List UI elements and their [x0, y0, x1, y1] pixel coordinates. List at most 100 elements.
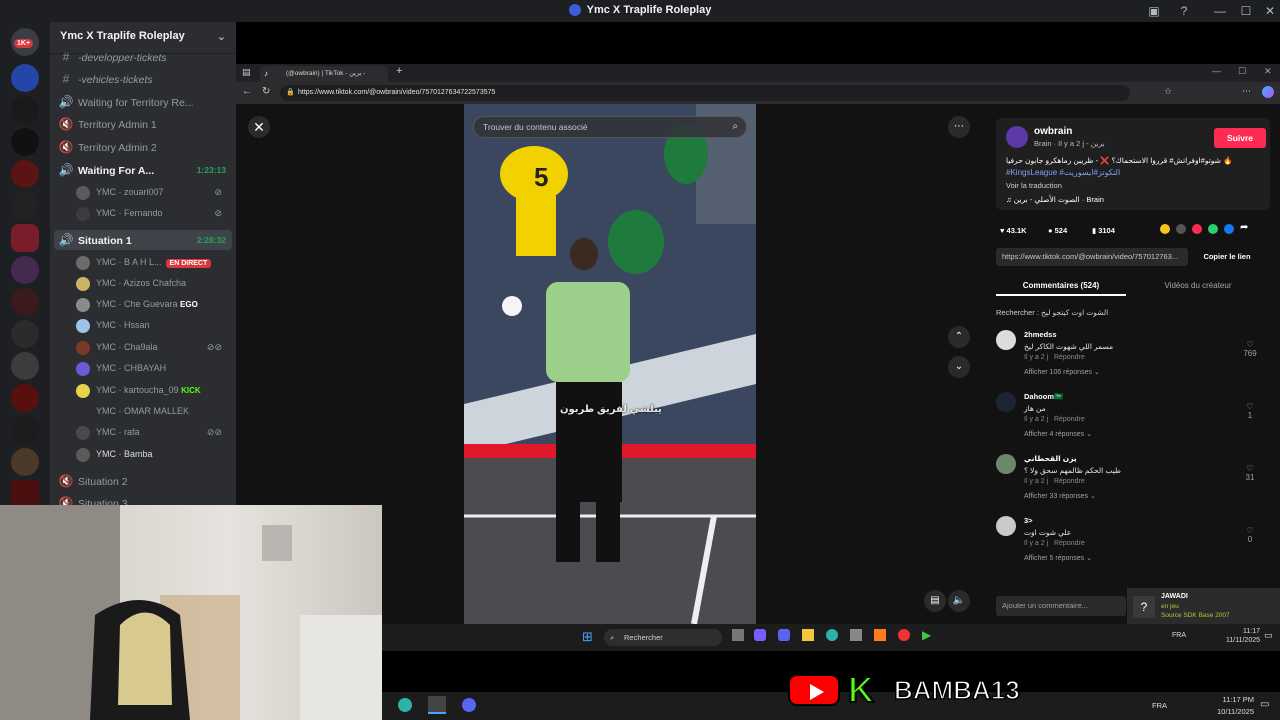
repost-icon[interactable] [1192, 224, 1202, 234]
minimize-icon[interactable]: — [1212, 66, 1221, 76]
server-icon-4[interactable] [11, 160, 39, 188]
voice-user[interactable]: YMC · rafa ⊘⊘ [76, 422, 232, 442]
close-video-button[interactable]: ✕ [248, 116, 270, 138]
voice-user[interactable]: YMC · Fernando ⊘ [76, 203, 232, 223]
server-icon-10[interactable] [11, 352, 39, 380]
share-link-field[interactable]: https://www.tiktok.com/@owbrain/video/75… [996, 248, 1188, 266]
language-indicator[interactable]: FRA [1152, 701, 1167, 710]
comment-like[interactable]: ♡ 31 [1240, 464, 1260, 482]
active-app-icon[interactable] [428, 696, 446, 714]
server-icon-5[interactable] [11, 192, 39, 220]
server-icon-14[interactable] [11, 480, 39, 508]
tab-actions-icon[interactable]: ▤ [242, 67, 251, 78]
avatar[interactable] [996, 516, 1016, 536]
avatar[interactable] [996, 330, 1016, 350]
voice-user[interactable]: YMC · zouari007 ⊘ [76, 182, 232, 202]
favorite-star-icon[interactable]: ☆ [1164, 86, 1172, 97]
new-tab-icon[interactable]: + [396, 65, 402, 77]
channel-situation-1[interactable]: 🔊 Situation 1 2:28:32 [54, 230, 232, 250]
server-icon-1[interactable] [11, 64, 39, 92]
help-icon[interactable]: ? [1176, 3, 1192, 19]
voice-user[interactable]: YMC · B A H L... EN DIRECT [76, 252, 232, 272]
add-comment-input[interactable]: Ajouter un commentaire... [996, 596, 1126, 616]
comment-user[interactable]: يزن القحطاني [1024, 454, 1077, 463]
sound-row[interactable]: ♫ الصوت الأصلي - برين · Brain [1006, 195, 1104, 204]
channel-developper-tickets[interactable]: # -developper-tickets [54, 47, 232, 67]
channel-waiting-territory[interactable]: 🔊 Waiting for Territory Re... [54, 92, 232, 112]
play-app-icon[interactable]: ▶ [922, 628, 931, 642]
show-replies[interactable]: Afficher 5 réponses ⌄ [1024, 554, 1092, 562]
close-icon[interactable]: ✕ [1262, 3, 1278, 19]
refresh-icon[interactable]: ↻ [262, 86, 270, 97]
channel-territory-admin-1[interactable]: 🔇 Territory Admin 1 [54, 114, 232, 134]
store-app-icon[interactable] [850, 629, 862, 641]
menu-dots-icon[interactable]: ⋯ [1242, 86, 1251, 97]
minimize-icon[interactable]: — [1212, 3, 1228, 19]
tab-comments[interactable]: Commentaires (524) [996, 276, 1126, 296]
server-icon-12[interactable] [11, 416, 39, 444]
voice-user[interactable]: YMC · Che Guevara EGO [76, 294, 232, 314]
app-icon-a[interactable] [874, 629, 886, 641]
next-video-icon[interactable]: ⌄ [948, 356, 970, 378]
task-view-icon[interactable] [732, 629, 744, 641]
comment-like[interactable]: ♡ 1 [1240, 402, 1260, 420]
voice-user[interactable]: YMC · Cha9ala ⊘⊘ [76, 337, 232, 357]
file-explorer-icon[interactable] [802, 629, 814, 641]
server-icon-7[interactable] [11, 256, 39, 284]
show-replies[interactable]: Afficher 4 réponses ⌄ [1024, 430, 1092, 438]
voice-user[interactable]: YMC · OMAR MALLEK [76, 401, 232, 421]
hashtags[interactable]: #KingsLeague #التكوتز#ايسوريت [1006, 168, 1120, 177]
facebook-icon[interactable] [1224, 224, 1234, 234]
avatar[interactable] [996, 392, 1016, 412]
creator-handle[interactable]: owbrain [1034, 126, 1072, 137]
tab-tiktok[interactable]: ♪ (@owbrain) | TikTok - برين - [260, 66, 388, 82]
previous-video-icon[interactable]: ⌃ [948, 326, 970, 348]
channel-situation-2[interactable]: 🔇 Situation 2 [54, 471, 232, 491]
related-search-input[interactable]: Trouver du contenu associé ⌕ [473, 116, 747, 138]
server-icon-ymc[interactable] [11, 128, 39, 156]
taskbar-search[interactable]: ⌕ Rechercher [604, 629, 722, 646]
comment-user[interactable]: 3> [1024, 516, 1033, 525]
reply-button[interactable]: Répondre [1054, 354, 1085, 361]
translate-link[interactable]: Voir la traduction [1006, 181, 1062, 190]
server-icon-active[interactable] [11, 224, 39, 252]
reply-button[interactable]: Répondre [1054, 478, 1085, 485]
maximize-icon[interactable]: ☐ [1238, 3, 1254, 19]
inbox-icon[interactable]: ▣ [1146, 3, 1162, 19]
like-stat[interactable]: ♥ 43.1K [1000, 226, 1027, 235]
url-field[interactable]: 🔒 https://www.tiktok.com/@owbrain/video/… [280, 85, 1130, 101]
chevron-down-icon[interactable]: ⌄ [217, 30, 226, 43]
copilot-app-icon[interactable] [754, 629, 766, 641]
follow-button[interactable]: Suivre [1214, 128, 1266, 148]
save-stat[interactable]: ▮ 3104 [1092, 226, 1115, 235]
comment-like[interactable]: ♡ 0 [1240, 526, 1260, 544]
voice-user[interactable]: YMC · Hssan [76, 315, 232, 335]
back-icon[interactable]: ← [242, 86, 252, 97]
voice-user[interactable]: YMC · Azizos Chafcha [76, 273, 232, 293]
copilot-icon[interactable] [1262, 86, 1274, 98]
coin-icon[interactable] [1160, 224, 1170, 234]
comment-like[interactable]: ♡ 769 [1240, 340, 1260, 358]
more-options-icon[interactable]: ⋯ [948, 116, 970, 138]
comment-user[interactable]: Dahoom🇸🇦 [1024, 392, 1063, 401]
copy-link-button[interactable]: Copier le lien [1192, 248, 1262, 266]
edge-app-icon[interactable] [398, 698, 412, 712]
app-icon-b[interactable] [898, 629, 910, 641]
windows-start-icon[interactable]: ⊞ [582, 629, 593, 645]
server-icon-13[interactable] [11, 448, 39, 476]
volume-icon[interactable]: 🔈 [948, 590, 970, 612]
channel-waiting-for-a[interactable]: 🔊 Waiting For A... 1:23:13 [54, 160, 232, 180]
whatsapp-icon[interactable] [1208, 224, 1218, 234]
server-icon-8[interactable] [11, 288, 39, 316]
show-replies[interactable]: Afficher 106 réponses ⌄ [1024, 368, 1100, 376]
share-icon[interactable]: ➦ [1240, 222, 1248, 233]
show-replies[interactable]: Afficher 33 réponses ⌄ [1024, 492, 1096, 500]
notification-center-icon[interactable]: ▭ [1260, 699, 1269, 710]
server-icon-11[interactable] [11, 384, 39, 412]
game-notification[interactable]: ? JAWADI en jeu Source SDK Base 2007 [1127, 588, 1280, 624]
channel-vehicles-tickets[interactable]: # -vehicles-tickets [54, 69, 232, 89]
discord-app-icon[interactable] [462, 698, 476, 712]
voice-user[interactable]: YMC · CHBAYAH [76, 358, 232, 378]
video-player[interactable]: 5 يبلشي لفريق طربون [464, 104, 756, 624]
close-icon[interactable]: ✕ [1264, 66, 1272, 77]
